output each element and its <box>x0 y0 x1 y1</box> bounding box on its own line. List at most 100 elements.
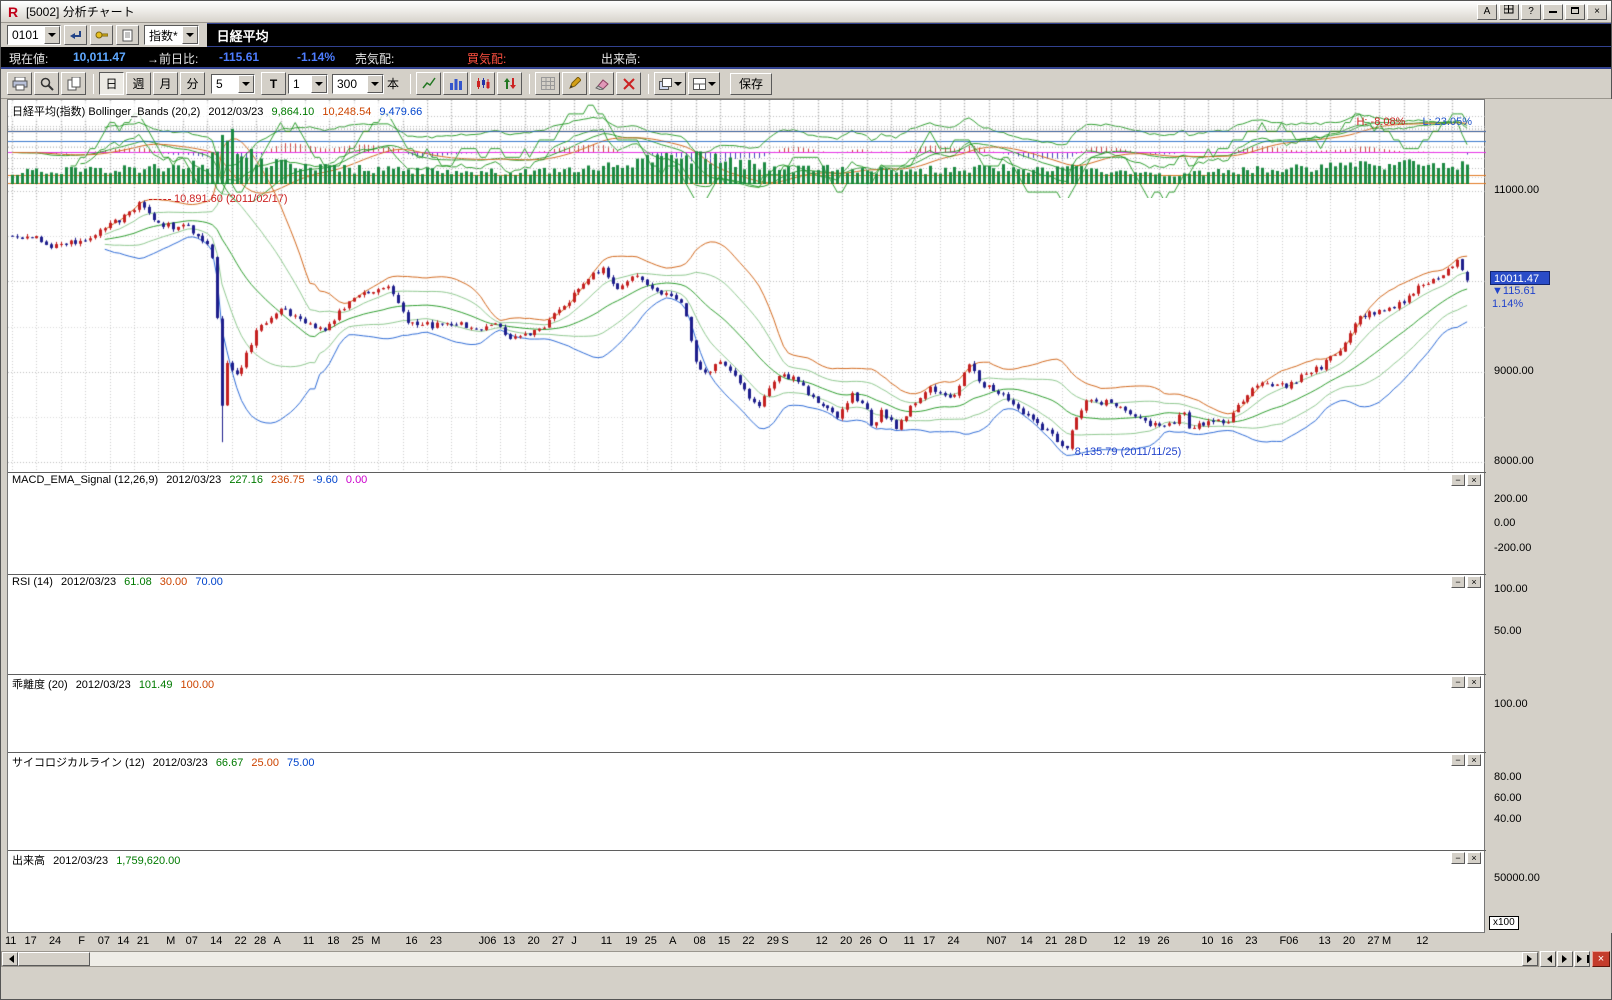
time-axis-label: 26 <box>860 935 872 947</box>
arrow-glyph <box>674 82 682 90</box>
category-combo[interactable]: 指数* <box>144 25 199 45</box>
macd-minimize-button[interactable]: − <box>1451 474 1465 486</box>
chevron-down-icon[interactable] <box>44 26 60 44</box>
grid-toggle-button[interactable] <box>535 72 560 95</box>
period-minute-button[interactable]: 分 <box>180 72 205 95</box>
price-axis-label: 50000.00 <box>1494 872 1540 884</box>
return-icon <box>70 30 82 41</box>
copy-chart-button[interactable] <box>61 72 86 95</box>
print-button[interactable] <box>7 72 32 95</box>
scroll-right-button[interactable] <box>1522 952 1538 966</box>
bar-chart-icon <box>449 77 463 90</box>
multiplier-combo[interactable]: 1 <box>288 74 328 94</box>
memo-button[interactable] <box>116 25 139 45</box>
submit-code-button[interactable] <box>64 25 87 45</box>
indicator-setup-button[interactable] <box>497 72 522 95</box>
candle-chart-button[interactable] <box>470 72 495 95</box>
nav-end-button[interactable] <box>1574 951 1590 967</box>
bars-combo[interactable]: 300 <box>332 74 384 94</box>
macd-title: MACD_EMA_Signal (12,26,9) <box>12 474 158 486</box>
kairi-close-button[interactable]: × <box>1467 676 1481 688</box>
psy-value: 66.67 <box>216 757 244 769</box>
time-axis-label: 12 <box>1113 935 1125 947</box>
symbol-name-strip: 日経平均 <box>207 23 1611 47</box>
change-value: -115.61 <box>219 50 259 64</box>
time-axis-label: 20 <box>1343 935 1355 947</box>
high-annotation-text: 10,891.60 (2011/02/17) <box>174 193 288 205</box>
volume-date: 2012/03/23 <box>53 855 108 867</box>
price-axis-label: 40.00 <box>1494 813 1522 825</box>
minute-combo[interactable]: 5 <box>211 74 255 94</box>
nav-prev-button[interactable] <box>1540 951 1556 967</box>
price-scale: 10011.47 ▼115.61 1.14% x100 11000.009000… <box>1487 99 1612 933</box>
current-price-label: 現在値: <box>9 50 48 67</box>
period-day-button[interactable]: 日 <box>99 72 124 95</box>
save-button[interactable]: 保存 <box>730 73 772 95</box>
chevron-down-icon[interactable] <box>238 75 254 93</box>
kairi-minimize-button[interactable]: − <box>1451 676 1465 688</box>
psy-minimize-button[interactable]: − <box>1451 754 1465 766</box>
boll-lower-value: 9,479.66 <box>379 106 422 118</box>
period-month-button[interactable]: 月 <box>153 72 178 95</box>
price-axis-label: 80.00 <box>1494 771 1522 783</box>
current-price-marker: 10011.47 ▼115.61 1.14% <box>1490 271 1560 311</box>
macd-close-button[interactable]: × <box>1467 474 1481 486</box>
layout-button[interactable] <box>1499 4 1519 20</box>
period-week-button[interactable]: 週 <box>126 72 151 95</box>
bar-chart-button[interactable] <box>443 72 468 95</box>
tick-type-button[interactable]: T <box>261 72 286 95</box>
horizontal-scrollbar[interactable] <box>1 951 1539 967</box>
time-axis-label: 25 <box>645 935 657 947</box>
panel-divider <box>8 752 1486 753</box>
arrow-glyph <box>315 82 323 90</box>
end-bar-icon <box>1587 955 1589 963</box>
time-axis-label: 15 <box>718 935 730 947</box>
chevron-down-icon[interactable] <box>367 75 383 93</box>
scrollbar-thumb[interactable] <box>18 952 90 966</box>
code-combo[interactable]: 0101 <box>7 25 61 45</box>
quote-statusbar: 現在値: 10,011.47 →前日比: -115.61 -1.14% 売気配:… <box>1 47 1611 69</box>
draw-pencil-button[interactable] <box>562 72 587 95</box>
volume-minimize-button[interactable]: − <box>1451 852 1465 864</box>
eraser-button[interactable] <box>589 72 614 95</box>
hotkey-button[interactable] <box>90 25 113 45</box>
chart-close-button[interactable]: × <box>1592 951 1610 967</box>
app-window: R [5002] 分析チャート A ? × 0101 指数* 日経平均 <box>0 0 1612 1000</box>
nav-next-button[interactable] <box>1557 951 1573 967</box>
help-button[interactable]: ? <box>1521 4 1541 20</box>
psy-low-level: 25.00 <box>251 757 279 769</box>
high-annotation: 10,891.60 (2011/02/17) <box>149 193 288 205</box>
window-title: [5002] 分析チャート <box>26 3 1475 20</box>
grid-icon <box>1504 5 1514 14</box>
zoom-button[interactable] <box>34 72 59 95</box>
chevron-down-icon[interactable] <box>182 26 198 44</box>
minimize-button[interactable] <box>1543 4 1563 20</box>
close-button[interactable]: × <box>1587 4 1607 20</box>
psy-close-button[interactable]: × <box>1467 754 1481 766</box>
layout-template-button[interactable] <box>654 72 686 95</box>
delete-drawing-button[interactable] <box>616 72 641 95</box>
price-change-tag: ▼115.61 <box>1490 285 1560 298</box>
time-axis-label: 24 <box>49 935 61 947</box>
scrollbar-track[interactable] <box>90 952 1522 966</box>
symbol-toolbar: 0101 指数* 日経平均 <box>1 23 1611 47</box>
restore-button[interactable] <box>1565 4 1585 20</box>
time-axis-label: 23 <box>430 935 442 947</box>
rsi-date: 2012/03/23 <box>61 576 116 588</box>
time-axis-label: 25 <box>352 935 364 947</box>
rsi-minimize-button[interactable]: − <box>1451 576 1465 588</box>
panel-template-button[interactable] <box>688 72 720 95</box>
minimize-icon <box>1549 11 1557 13</box>
volume-close-button[interactable]: × <box>1467 852 1481 864</box>
titlebar[interactable]: R [5002] 分析チャート A ? × <box>1 1 1611 23</box>
rsi-close-button[interactable]: × <box>1467 576 1481 588</box>
kairi-title: 乖離度 (20) <box>12 679 68 691</box>
panels-icon <box>693 78 706 90</box>
chevron-down-icon[interactable] <box>311 75 327 93</box>
price-axis-label: 11000.00 <box>1494 184 1539 196</box>
scroll-left-button[interactable] <box>2 952 18 966</box>
trendline-button[interactable] <box>416 72 441 95</box>
time-axis-label: 07 <box>98 935 110 947</box>
font-size-button[interactable]: A <box>1477 4 1497 20</box>
time-axis-label: M <box>1382 935 1391 947</box>
